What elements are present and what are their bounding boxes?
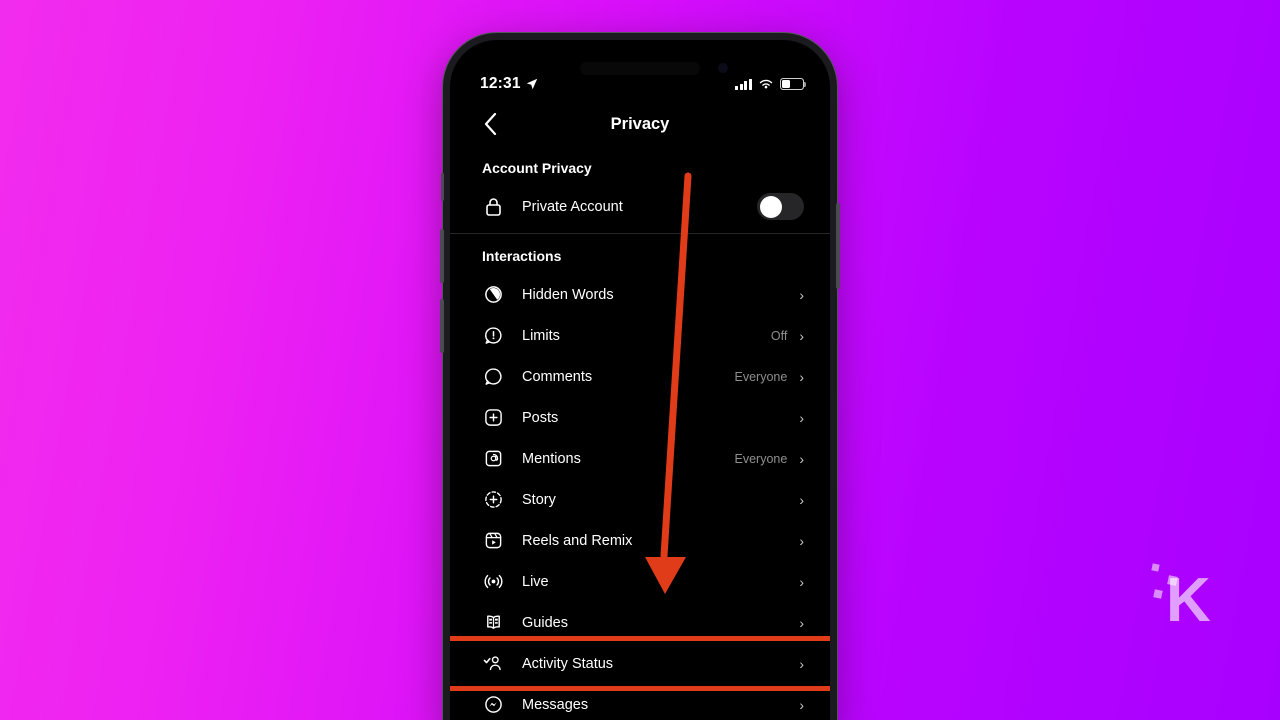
battery-icon: [780, 78, 807, 90]
row-label: Story: [522, 491, 556, 508]
lock-icon: [482, 196, 504, 218]
hidden-words-icon: [482, 284, 504, 306]
status-bar-right: [735, 78, 807, 90]
row-posts[interactable]: Posts ›: [450, 397, 830, 438]
chevron-right-icon: ›: [799, 368, 804, 385]
row-label: Mentions: [522, 450, 581, 467]
comments-icon: [482, 366, 504, 388]
row-guides[interactable]: Guides ›: [450, 602, 830, 643]
location-arrow-icon: [526, 78, 537, 90]
row-activity-status[interactable]: Activity Status ›: [450, 636, 830, 691]
row-label: Live: [522, 573, 549, 590]
private-account-toggle[interactable]: [757, 193, 804, 220]
wifi-icon: [759, 79, 773, 89]
reels-icon: [482, 530, 504, 552]
chevron-right-icon: ›: [799, 614, 804, 631]
chevron-right-icon: ›: [799, 491, 804, 508]
watermark-square: [1151, 563, 1160, 572]
section-title-interactions: Interactions: [482, 248, 562, 264]
row-value: Everyone: [734, 451, 788, 466]
page-title: Privacy: [610, 114, 670, 133]
row-label: Activity Status: [522, 655, 614, 672]
row-hidden-words[interactable]: Hidden Words ›: [450, 274, 830, 315]
row-story[interactable]: Story ›: [450, 479, 830, 520]
row-private-account[interactable]: Private Account: [450, 186, 830, 227]
chevron-right-icon: ›: [799, 286, 804, 303]
chevron-right-icon: ›: [799, 573, 804, 590]
row-comments[interactable]: Comments Everyone ›: [450, 356, 830, 397]
status-bar-left: 12:31: [480, 75, 538, 93]
watermark-letter: K: [1166, 566, 1211, 635]
row-limits[interactable]: Limits Off ›: [450, 315, 830, 356]
chevron-left-icon: [484, 113, 496, 135]
chevron-right-icon: ›: [799, 409, 804, 426]
phone-volume-down-button[interactable]: [440, 299, 444, 353]
row-reels-and-remix[interactable]: Reels and Remix ›: [450, 520, 830, 561]
row-live[interactable]: Live ›: [450, 561, 830, 602]
guides-icon: [482, 612, 504, 634]
phone-power-button[interactable]: [836, 203, 840, 289]
watermark-logo: K: [1151, 558, 1222, 632]
status-bar-time: 12:31: [480, 75, 521, 92]
cellular-signal-icon: [735, 78, 752, 90]
row-label: Reels and Remix: [522, 532, 633, 549]
row-value: Off: [770, 328, 788, 343]
chevron-right-icon: ›: [799, 655, 804, 672]
row-label: Hidden Words: [522, 286, 614, 303]
chevron-right-icon: ›: [799, 327, 804, 344]
row-label: Guides: [522, 614, 568, 631]
chevron-right-icon: ›: [799, 532, 804, 549]
mentions-icon: [482, 448, 504, 470]
phone-silent-switch[interactable]: [441, 173, 444, 201]
row-mentions[interactable]: Mentions Everyone ›: [450, 438, 830, 479]
row-label: Limits: [522, 327, 560, 344]
watermark-square: [1153, 589, 1163, 599]
row-messages[interactable]: Messages ›: [450, 684, 830, 720]
row-value: Everyone: [734, 369, 788, 384]
section-title-account-privacy: Account Privacy: [482, 160, 592, 176]
activity-status-icon: [482, 653, 504, 675]
phone-mockup: 12:31 Privacy Account Privacy Private Ac…: [440, 33, 840, 720]
chevron-right-icon: ›: [799, 696, 804, 713]
row-label: Posts: [522, 409, 559, 426]
messages-icon: [482, 694, 504, 716]
row-label: Messages: [522, 696, 589, 713]
row-label: Private Account: [522, 198, 623, 215]
status-bar: 12:31: [450, 40, 830, 102]
row-label: Comments: [522, 368, 593, 385]
nav-bar: Privacy: [450, 102, 830, 146]
phone-screen: 12:31 Privacy Account Privacy Private Ac…: [450, 40, 830, 720]
chevron-right-icon: ›: [799, 450, 804, 467]
story-icon: [482, 489, 504, 511]
settings-list: Account Privacy Private Account Interact…: [450, 146, 830, 720]
back-button[interactable]: [476, 110, 504, 138]
phone-volume-up-button[interactable]: [440, 229, 444, 283]
posts-icon: [482, 407, 504, 429]
limits-icon: [482, 325, 504, 347]
live-icon: [482, 571, 504, 593]
